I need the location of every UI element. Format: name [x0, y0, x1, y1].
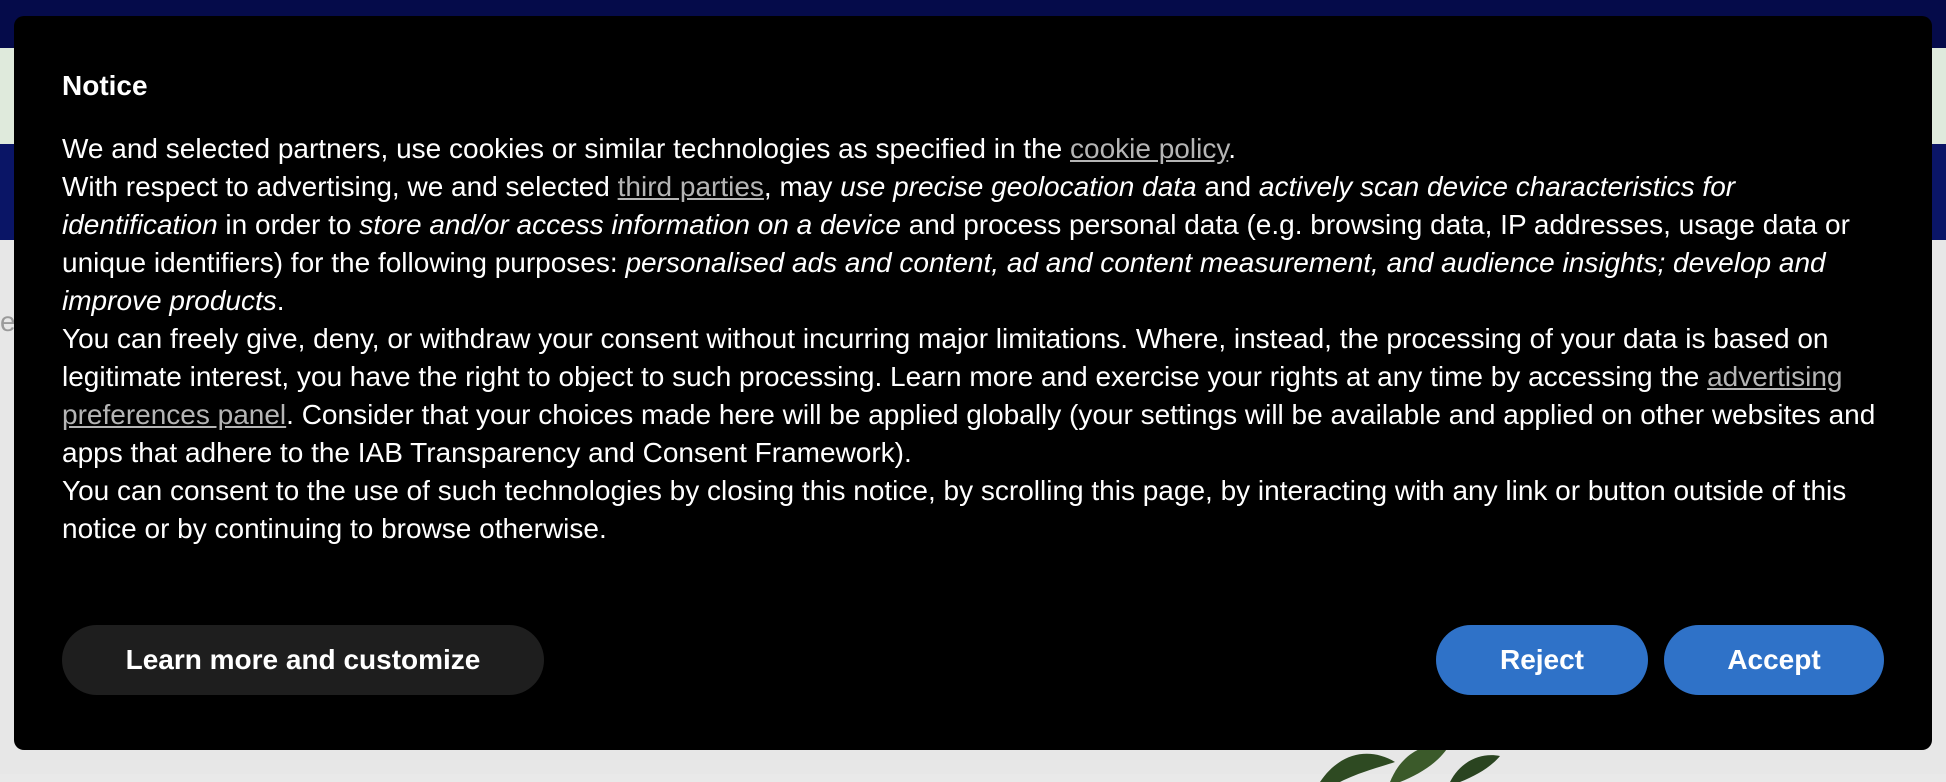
- learn-more-button[interactable]: Learn more and customize: [62, 625, 544, 695]
- cookie-consent-dialog: Notice We and selected partners, use coo…: [14, 16, 1932, 750]
- notice-title: Notice: [62, 70, 148, 101]
- accept-button[interactable]: Accept: [1664, 625, 1884, 695]
- notice-body: We and selected partners, use cookies or…: [62, 130, 1884, 548]
- reject-button[interactable]: Reject: [1436, 625, 1648, 695]
- cookie-policy-link[interactable]: cookie policy: [1070, 133, 1228, 164]
- notice-paragraph-1: We and selected partners, use cookies or…: [62, 133, 1237, 164]
- notice-paragraph-3: You can freely give, deny, or withdraw y…: [62, 323, 1876, 468]
- notice-paragraph-4: You can consent to the use of such techn…: [62, 475, 1847, 544]
- notice-paragraph-2: With respect to advertising, we and sele…: [62, 171, 1850, 316]
- third-parties-link[interactable]: third parties: [618, 171, 764, 202]
